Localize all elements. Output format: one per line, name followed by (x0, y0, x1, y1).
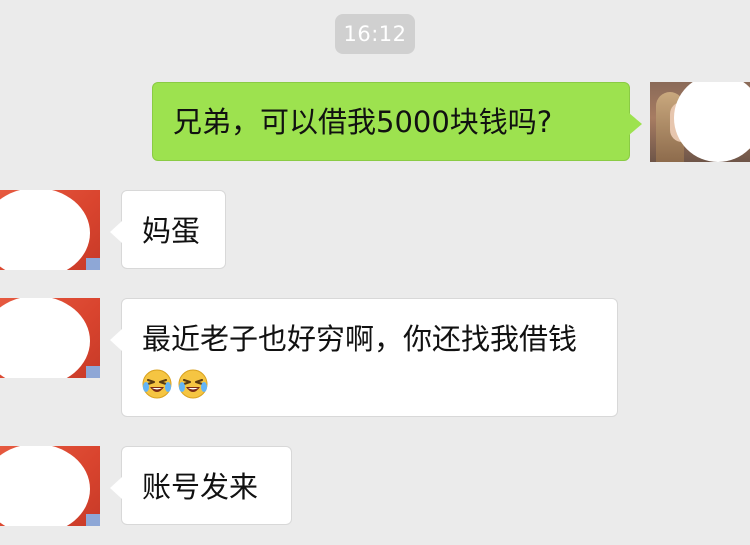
avatar-privacy-mask (0, 298, 90, 378)
message-bubble-friend[interactable]: 妈蛋 (110, 190, 226, 269)
laughing-crying-emoji-icon (142, 366, 172, 399)
avatar-friend[interactable] (0, 446, 100, 526)
avatar-privacy-mask (674, 82, 750, 162)
message-text: 妈蛋 (142, 214, 201, 248)
avatar-corner (86, 366, 100, 378)
laughing-crying-emoji-icon (178, 366, 208, 399)
avatar-friend[interactable] (0, 298, 100, 378)
avatar-corner (86, 514, 100, 526)
message-bubble-self[interactable]: 兄弟，可以借我5000块钱吗? (152, 82, 642, 161)
message-text: 兄弟，可以借我5000块钱吗? (173, 105, 553, 139)
message-bubble-friend[interactable]: 账号发来 (110, 446, 292, 525)
avatar-self[interactable] (650, 82, 750, 162)
timestamp: 16:12 (335, 14, 415, 54)
avatar-friend[interactable] (0, 190, 100, 270)
message-bubble-friend[interactable]: 最近老子也好穷啊，你还找我借钱 (110, 298, 618, 417)
avatar-privacy-mask (0, 446, 90, 526)
avatar-privacy-mask (0, 190, 90, 270)
avatar-corner (86, 258, 100, 270)
message-text: 最近老子也好穷啊，你还找我借钱 (142, 322, 578, 356)
message-text: 账号发来 (142, 470, 259, 504)
